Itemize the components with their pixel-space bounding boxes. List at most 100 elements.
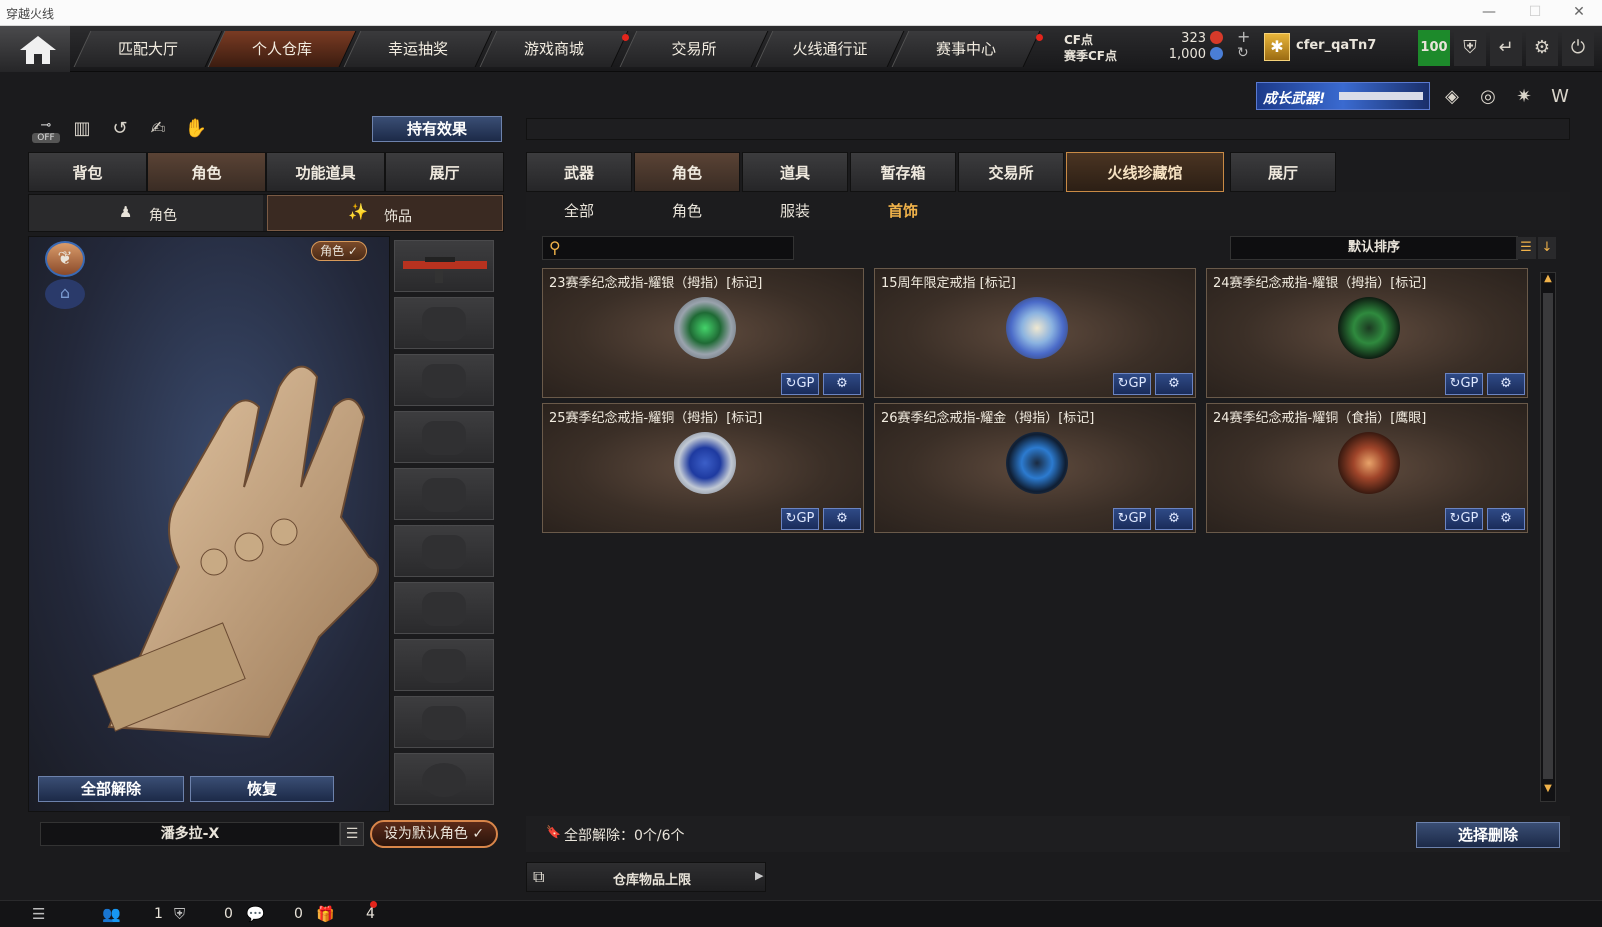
tab-showroom-right[interactable]: 展厅 <box>1230 152 1336 192</box>
scroll-up-icon[interactable]: ▲ <box>1541 273 1555 289</box>
friends-icon[interactable]: 👥 <box>102 905 121 923</box>
home-button[interactable] <box>0 26 70 72</box>
tab-items[interactable]: 道具 <box>742 152 848 192</box>
tab-exchange[interactable]: 交易所 <box>958 152 1064 192</box>
slot-pants[interactable] <box>394 582 494 634</box>
vip-icon[interactable]: W <box>1546 84 1574 110</box>
slot-pet[interactable] <box>394 639 494 691</box>
menu-icon[interactable]: ☰ <box>340 822 364 846</box>
list-icon[interactable]: ☰ <box>32 905 45 923</box>
sort-menu-icon[interactable]: ☰ <box>1516 237 1536 259</box>
item-card[interactable]: 24赛季纪念戒指-耀铜（食指）[鹰眼] ↻GP ⚙ <box>1206 403 1528 533</box>
nav-tab-battle-pass[interactable]: 火线通行证 <box>755 31 905 67</box>
history-icon[interactable]: ↺ <box>106 118 134 139</box>
tab-collection-hall[interactable]: 火线珍藏馆 <box>1066 152 1224 192</box>
scrollbar[interactable]: ▲ ▼ <box>1540 272 1556 802</box>
storage-limit-bar[interactable]: ⧉ 仓库物品上限 ▶ <box>526 862 766 892</box>
gp-exchange-button[interactable]: ↻GP <box>1113 508 1151 530</box>
subtab-roles[interactable]: 角色 <box>634 192 740 230</box>
holding-effect-button[interactable]: 持有效果 <box>372 116 502 142</box>
add-points-icon[interactable]: + <box>1237 27 1250 46</box>
tab-character[interactable]: 角色 <box>147 152 266 192</box>
item-card[interactable]: 23赛季纪念戒指-耀银（拇指）[标记] ↻GP ⚙ <box>542 268 864 398</box>
slot-spray[interactable] <box>394 696 494 748</box>
tab-showroom[interactable]: 展厅 <box>385 152 504 192</box>
refresh-icon[interactable]: ↻ <box>1237 45 1249 61</box>
tab-functional-items[interactable]: 功能道具 <box>266 152 385 192</box>
search-field[interactable]: ⚲ <box>542 236 794 260</box>
slot-ring[interactable] <box>394 753 494 805</box>
nav-tab-personal-storage[interactable]: 个人仓库 <box>207 31 357 67</box>
gp-exchange-button[interactable]: ↻GP <box>781 508 819 530</box>
item-settings-button[interactable]: ⚙ <box>1155 508 1193 530</box>
slot-head[interactable] <box>394 297 494 349</box>
gp-exchange-button[interactable]: ↻GP <box>1445 373 1483 395</box>
gift-icon[interactable]: 🎁 <box>316 905 335 923</box>
nav-tab-exchange[interactable]: 交易所 <box>619 31 769 67</box>
slot-glasses[interactable] <box>394 354 494 406</box>
shield-icon[interactable]: ⛨ <box>1454 30 1486 66</box>
close-button[interactable]: ✕ <box>1556 0 1602 26</box>
tab-weapons[interactable]: 武器 <box>526 152 632 192</box>
compass-icon[interactable]: ✷ <box>1510 84 1538 110</box>
character-name-field[interactable]: 潘多拉-X <box>40 822 340 846</box>
sort-dropdown[interactable]: 默认排序 <box>1230 236 1518 260</box>
growth-weapon-banner[interactable]: 成长武器! <box>1256 82 1430 110</box>
gp-exchange-button[interactable]: ↻GP <box>1113 373 1151 395</box>
gp-exchange-button[interactable]: ↻GP <box>781 373 819 395</box>
rank-badge-icon[interactable]: ✱ <box>1264 33 1290 61</box>
slot-body[interactable] <box>394 525 494 577</box>
toggle-off-icon[interactable]: ⊸ OFF <box>32 118 60 144</box>
gp-exchange-button[interactable]: ↻GP <box>1445 508 1483 530</box>
sort-order-icon[interactable]: ↓ <box>1538 237 1556 259</box>
clan-shield-icon[interactable]: ⛨ <box>174 905 185 923</box>
ranking-icon[interactable]: ▥ <box>68 118 96 139</box>
item-card[interactable]: 25赛季纪念戒指-耀铜（拇指）[标记] ↻GP ⚙ <box>542 403 864 533</box>
restore-button[interactable]: 恢复 <box>190 776 334 802</box>
search-input[interactable] <box>571 239 789 257</box>
username[interactable]: cfer_qaTn7 <box>1296 38 1376 53</box>
tab-backpack[interactable]: 背包 <box>28 152 147 192</box>
nav-tab-match-hall[interactable]: 匹配大厅 <box>73 31 223 67</box>
scroll-down-icon[interactable]: ▼ <box>1541 783 1555 799</box>
level-badge: 100 <box>1418 30 1450 66</box>
item-settings-button[interactable]: ⚙ <box>823 373 861 395</box>
slot-backpack[interactable] <box>394 468 494 520</box>
subtab-accessories[interactable]: ✨ 饰品 <box>267 195 503 231</box>
unequip-all-button[interactable]: 全部解除 <box>38 776 184 802</box>
item-settings-button[interactable]: ⚙ <box>1487 373 1525 395</box>
nav-tab-game-shop[interactable]: 游戏商城 <box>479 31 629 67</box>
subtab-character[interactable]: ♟ 角色 <box>29 195 263 231</box>
item-settings-button[interactable]: ⚙ <box>1487 508 1525 530</box>
maximize-button[interactable]: ☐ <box>1512 0 1558 26</box>
power-icon[interactable]: ⏻ <box>1562 30 1594 66</box>
faction-alt-icon[interactable]: ⌂ <box>45 279 85 309</box>
subtab-all[interactable]: 全部 <box>526 192 632 230</box>
slot-weapon[interactable] <box>394 240 494 292</box>
minimize-button[interactable]: — <box>1466 0 1512 26</box>
nav-tab-lucky-draw[interactable]: 幸运抽奖 <box>343 31 493 67</box>
subtab-costume[interactable]: 服装 <box>742 192 848 230</box>
set-default-character-button[interactable]: 设为默认角色 ✓ <box>370 820 498 848</box>
item-card[interactable]: 15周年限定戒指 [标记] ↻GP ⚙ <box>874 268 1196 398</box>
return-icon[interactable]: ↵ <box>1490 30 1522 66</box>
chat-icon[interactable]: 💬 <box>246 905 265 923</box>
item-card[interactable]: 26赛季纪念戒指-耀金（拇指）[标记] ↻GP ⚙ <box>874 403 1196 533</box>
tab-storage-box[interactable]: 暂存箱 <box>850 152 956 192</box>
select-delete-button[interactable]: 选择删除 <box>1416 822 1560 848</box>
glove-icon[interactable]: ✋ <box>182 118 210 139</box>
nav-tab-event-center[interactable]: 赛事中心 <box>891 31 1041 67</box>
item-card[interactable]: 24赛季纪念戒指-耀银（拇指）[标记] ↻GP ⚙ <box>1206 268 1528 398</box>
scroll-thumb[interactable] <box>1543 293 1553 779</box>
slot-vest[interactable] <box>394 411 494 463</box>
item-settings-button[interactable]: ⚙ <box>1155 373 1193 395</box>
settings-icon[interactable]: ⚙ <box>1526 30 1558 66</box>
emblem-icon[interactable]: ◈ <box>1438 84 1466 110</box>
tab-characters[interactable]: 角色 <box>634 152 740 192</box>
item-settings-button[interactable]: ⚙ <box>823 508 861 530</box>
globe-icon[interactable]: ◎ <box>1474 84 1502 110</box>
subtab-jewelry[interactable]: 首饰 <box>850 192 956 230</box>
role-badge[interactable]: 角色 ✓ <box>311 241 367 261</box>
hand-icon[interactable]: ✍ <box>144 118 172 139</box>
faction-icon[interactable]: ❦ <box>45 241 85 277</box>
